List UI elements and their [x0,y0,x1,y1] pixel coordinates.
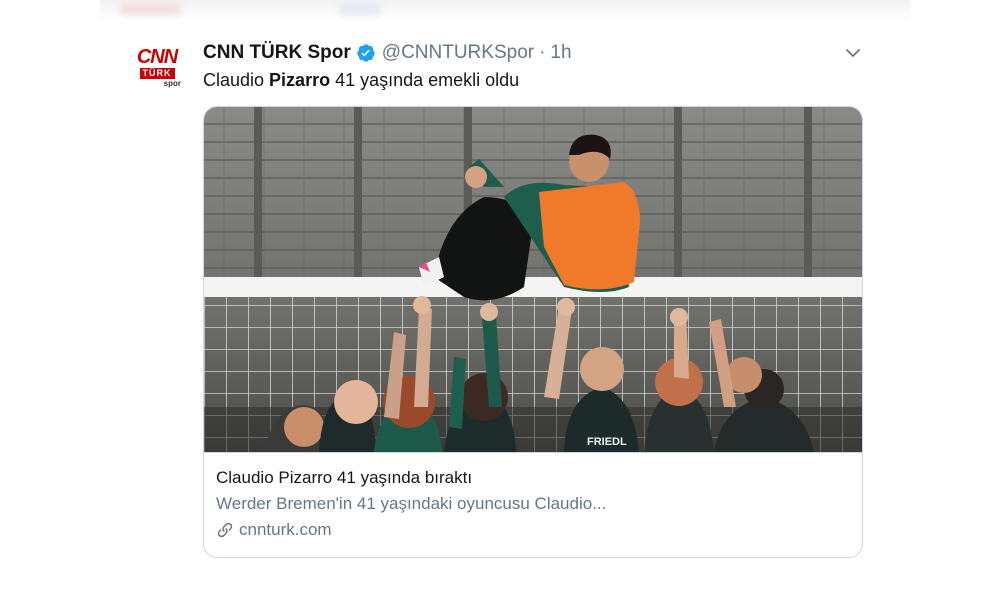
card-image[interactable]: FRIEDL [204,107,863,452]
avatar-logo-turk: TÜRK [139,68,175,79]
link-card[interactable]: FRIEDL Claudio Pizarro 41 yaşında bırakt… [203,106,863,558]
tweet-text-post: 41 yaşında emekli oldu [330,70,520,90]
previous-tweet-fade [100,0,910,22]
verified-badge-icon [357,44,375,62]
card-domain-row[interactable]: cnnturk.com [216,519,852,541]
card-description: Werder Bremen'in 41 yaşındaki oyuncusu C… [216,494,607,513]
avatar-logo-cnn: CNN [136,46,178,68]
jersey-text: FRIEDL [587,436,627,448]
card-title[interactable]: Claudio Pizarro 41 yaşında bıraktı [216,467,852,489]
card-info[interactable]: Claudio Pizarro 41 yaşında bıraktı Werde… [204,452,862,557]
blur-spot [340,4,380,14]
tweet-text-bold: Pizarro [269,70,331,90]
blur-spot [120,4,180,14]
tweet-header: CNN TÜRK Spor @CNNTURKSpor · 1h [203,41,572,65]
separator-dot: · [539,42,546,63]
tweet-text: Claudio Pizarro 41 yaşında emekli oldu [203,70,519,91]
avatar-logo-spor: spor [163,79,181,88]
link-icon [217,522,233,538]
tweet-text-pre: Claudio [203,70,270,90]
chevron-down-icon[interactable] [844,44,862,62]
card-domain[interactable]: cnnturk.com [239,519,332,541]
avatar[interactable]: CNN TÜRK spor [127,39,187,99]
tweet-time[interactable]: 1h [550,42,571,64]
author-handle[interactable]: @CNNTURKSpor [382,42,534,64]
author-name[interactable]: CNN TÜRK Spor [203,42,351,64]
tweet[interactable]: CNN TÜRK spor CNN TÜRK Spor @CNNTURKSpor… [100,22,910,582]
